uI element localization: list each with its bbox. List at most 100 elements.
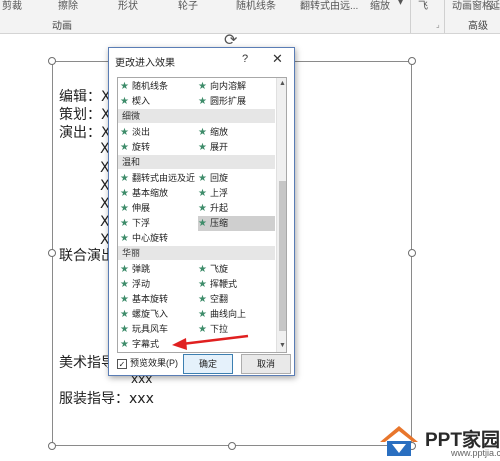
effect-item-label: 向内溶解 [209, 81, 246, 91]
effect-list[interactable]: ★ 随机线条 ★ 向内溶解 ★ 楔入 ★ 圆形扩展 细微 ★ 淡出 ★ 缩放 ★ 旋转 ★ 展开 温和 ★ 翻转式由远… [117, 77, 287, 353]
effect-item[interactable]: ★ 曲线向上 [198, 307, 275, 322]
cancel-button[interactable]: 取消 [241, 354, 291, 374]
slide-line-costume: 服装指导：xxx [59, 391, 154, 407]
star-effect-icon: ★ [198, 264, 207, 275]
effect-row: ★ 翻转式由远及近 ★ 回旋 [118, 171, 275, 186]
effect-row: ★ 下浮 ★ 压缩 [118, 216, 275, 231]
effect-row: ★ 浮动 ★ 挥鞭式 [118, 277, 275, 292]
effect-item-label: 回旋 [209, 173, 228, 183]
star-effect-icon: ★ [120, 81, 129, 92]
effect-item[interactable]: ★ 下浮 [120, 216, 198, 231]
star-effect-icon: ★ [198, 309, 207, 320]
ribbon-cmd-6[interactable]: 缩放 [370, 0, 390, 12]
effect-item[interactable]: ★ 翻转式由远及近 [120, 171, 198, 186]
help-button[interactable]: ? [242, 53, 248, 65]
star-effect-icon: ★ [120, 233, 129, 244]
resize-handle-l[interactable] [48, 249, 56, 257]
ribbon-separator-2 [444, 0, 445, 33]
ribbon-cmd-9[interactable]: 延 [490, 0, 500, 12]
preview-effect-checkbox[interactable]: ✓ 预览效果(P) [117, 356, 178, 369]
effect-item-label: 曲线向上 [209, 309, 246, 319]
effect-item[interactable]: ★ 上浮 [198, 186, 275, 201]
close-icon[interactable]: ✕ [272, 51, 283, 67]
effect-item[interactable]: ★ 飞旋 [198, 262, 275, 277]
star-effect-icon: ★ [120, 173, 129, 184]
effect-item-label: 玩具风车 [131, 324, 168, 334]
effect-item[interactable]: ★ 挥鞭式 [198, 277, 275, 292]
effect-item[interactable]: ★ 回旋 [198, 171, 275, 186]
effect-item[interactable]: ★ 向内溶解 [198, 79, 275, 94]
effect-item-label: 楔入 [131, 96, 150, 106]
effect-category-header: 华丽 [118, 246, 275, 260]
star-effect-icon: ★ [198, 279, 207, 290]
checkbox-icon[interactable]: ✓ [117, 359, 127, 369]
effect-item[interactable]: ★ 空翻 [198, 292, 275, 307]
resize-handle-b[interactable] [228, 442, 236, 450]
pptjia-logo-icon [380, 426, 418, 456]
effect-item[interactable]: ★ 弹跳 [120, 262, 198, 277]
ribbon-cmd-8[interactable]: 动画窗格 [452, 0, 492, 12]
effect-item-label: 展开 [209, 142, 228, 152]
star-effect-icon: ★ [198, 173, 207, 184]
effect-item[interactable]: ★ 升起 [198, 201, 275, 216]
effect-item-label: 圆形扩展 [209, 96, 246, 106]
ribbon-cmd-7[interactable]: 飞 [418, 0, 428, 12]
effect-item[interactable]: ★ 缩放 [198, 125, 275, 140]
effect-item[interactable]: ★ 随机线条 [120, 79, 198, 94]
ribbon-cmd-1[interactable]: 擦除 [58, 0, 78, 12]
effect-item[interactable]: ★ 螺旋飞入 [120, 307, 198, 322]
effect-item[interactable]: ★ 浮动 [120, 277, 198, 292]
effect-item-label: 挥鞭式 [209, 279, 237, 289]
effect-item-label: 旋转 [131, 142, 150, 152]
effect-item[interactable]: ★ 淡出 [120, 125, 198, 140]
star-effect-icon: ★ [198, 142, 207, 153]
ribbon-scroll-arrow[interactable]: ▾ [398, 0, 403, 8]
scroll-up-icon[interactable]: ▲ [277, 78, 286, 89]
star-effect-icon: ★ [198, 188, 207, 199]
effect-item[interactable]: ★ 旋转 [120, 140, 198, 155]
ok-button[interactable]: 确定 [183, 354, 233, 374]
effect-category-header: 温和 [118, 155, 275, 169]
ribbon-cmd-3[interactable]: 轮子 [178, 0, 198, 12]
effect-item[interactable]: ★ 压缩 [198, 216, 275, 231]
ribbon-cmd-4[interactable]: 随机线条 [236, 0, 276, 12]
scroll-thumb[interactable] [279, 181, 286, 331]
dialog-title: 更改进入效果 [115, 58, 175, 69]
ribbon: 剪裁 擦除 形状 轮子 随机线条 翻转式由远... 缩放 ▾ 飞 动画窗格 延 … [0, 0, 500, 34]
resize-handle-bl[interactable] [48, 442, 56, 450]
resize-handle-tr[interactable] [408, 57, 416, 65]
effect-row: ★ 淡出 ★ 缩放 [118, 125, 275, 140]
ribbon-cmd-0[interactable]: 剪裁 [2, 0, 22, 12]
effect-item[interactable]: ★ 基本旋转 [120, 292, 198, 307]
effect-list-scrollbar[interactable]: ▲ ▼ [276, 78, 286, 352]
effect-item-label: 浮动 [131, 279, 150, 289]
ribbon-cmd-2[interactable]: 形状 [118, 0, 138, 12]
effect-item[interactable]: ★ 基本缩放 [120, 186, 198, 201]
star-effect-icon: ★ [198, 127, 207, 138]
star-effect-icon: ★ [120, 294, 129, 305]
effect-row: ★ 伸展 ★ 升起 [118, 201, 275, 216]
dialog-launcher-icon[interactable]: ⌟ [436, 20, 440, 29]
star-effect-icon: ★ [120, 279, 129, 290]
effect-item-label: 螺旋飞入 [131, 309, 168, 319]
effect-row: ★ 旋转 ★ 展开 [118, 140, 275, 155]
star-effect-icon: ★ [198, 294, 207, 305]
slide-line-art: 美术指导 [59, 355, 115, 371]
effect-item[interactable]: ★ 伸展 [120, 201, 198, 216]
star-effect-icon: ★ [198, 81, 207, 92]
effect-item[interactable]: ★ 展开 [198, 140, 275, 155]
effect-item[interactable]: ★ 中心旋转 [120, 231, 198, 246]
effect-item[interactable]: ★ 楔入 [120, 94, 198, 109]
ribbon-cmd-5[interactable]: 翻转式由远... [300, 0, 358, 12]
scroll-down-icon[interactable]: ▼ [277, 340, 286, 351]
effect-row: ★ 螺旋飞入 ★ 曲线向上 [118, 307, 275, 322]
effect-item-label: 中心旋转 [131, 233, 168, 243]
effect-item[interactable]: ★ 圆形扩展 [198, 94, 275, 109]
star-effect-icon: ★ [120, 127, 129, 138]
resize-handle-r[interactable] [408, 249, 416, 257]
ribbon-group-animation: 动画 [52, 21, 72, 32]
effect-item-label: 压缩 [209, 218, 228, 228]
star-effect-icon: ★ [120, 218, 129, 229]
resize-handle-tl[interactable] [48, 57, 56, 65]
effect-item-label: 上浮 [209, 188, 228, 198]
